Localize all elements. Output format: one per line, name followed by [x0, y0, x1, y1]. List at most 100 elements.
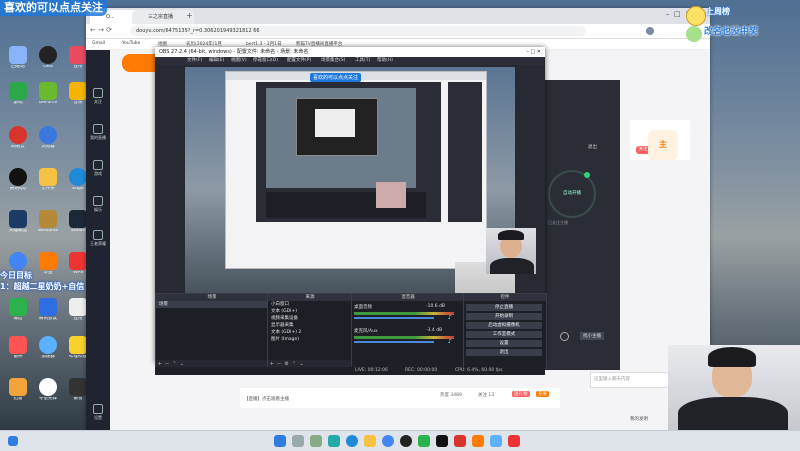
desktop-icon-nvidia[interactable]: GeForce [34, 82, 62, 106]
obs-menu-item[interactable]: 帮助(H) [377, 57, 393, 65]
app-icon[interactable] [490, 435, 502, 447]
desktop-icon-app7[interactable]: 迅雷 [4, 378, 32, 402]
start-recording-button[interactable]: 开始录制 [466, 313, 542, 320]
obs-preview[interactable]: 喜欢的可以点点关注 [185, 67, 515, 312]
dock-title: 场景 [156, 294, 268, 301]
desktop-icon-netease[interactable]: 网易云 [4, 126, 32, 150]
dock-title: 控件 [464, 294, 546, 301]
volume-meter [354, 336, 454, 339]
desktop-icon-overwatch[interactable]: 守望先锋 [34, 378, 62, 402]
new-tab-icon[interactable]: + [186, 11, 193, 20]
browser-tab[interactable]: 三之宗直播 [132, 10, 194, 24]
streamer-hair [498, 230, 524, 240]
volume-slider[interactable] [354, 317, 434, 319]
speaker-icon[interactable]: ♪ [448, 338, 456, 346]
footer-button[interactable]: 充值 [536, 391, 549, 397]
bookmark[interactable]: YouTube [122, 41, 140, 46]
obs-statusbar: LIVE: 00:12:06 REC: 00:00:00 CPU: 6.4%, … [155, 367, 545, 375]
obs-icon[interactable] [400, 435, 412, 447]
search-icon[interactable] [292, 435, 304, 447]
obs-titlebar: OBS 27.2.4 (64-bit, windows) - 配置文件: 未命名… [155, 47, 545, 57]
desktop-icon-wechat[interactable]: 微信 [4, 298, 32, 322]
obs-menu-item[interactable]: 编辑(E) [209, 57, 224, 65]
desktop-icon-app4[interactable]: 雷神 [4, 336, 32, 360]
quick-link[interactable]: 我的发明 [630, 416, 648, 422]
chrome-icon[interactable] [382, 435, 394, 447]
badge-bottom-text: 改名也没中奖 [704, 27, 759, 37]
douyu-icon[interactable] [472, 435, 484, 447]
source-item[interactable]: 文本 (GDI+) [268, 308, 352, 315]
volume-slider[interactable] [354, 341, 434, 343]
music-icon[interactable] [454, 435, 466, 447]
bookmark[interactable]: Gmail [92, 41, 105, 46]
desktop-icon-folder[interactable]: 文件夹 [34, 168, 62, 192]
source-item[interactable]: 图片 (Image) [268, 336, 352, 343]
source-item[interactable]: 文本 (GDI+) 2 [268, 329, 352, 336]
desktop-icon-recycle[interactable]: 回收站 [4, 46, 32, 70]
desktop-icon-game[interactable]: 游戏 [4, 82, 32, 106]
scene-item[interactable]: 场景 [156, 301, 268, 308]
mixer-db-readout: -3.4 dB [426, 328, 443, 333]
obs-menu-item[interactable]: 场景集合(S) [321, 57, 345, 65]
sidebar-item[interactable]: 关注 [86, 88, 110, 105]
webcam-preview-small [486, 228, 536, 274]
desktop-icon-browser[interactable]: 浏览器 [34, 126, 62, 150]
source-item[interactable]: 显示器采集 [268, 322, 352, 329]
weekly-rank-badge: 上周榜 改名也没中奖 [686, 4, 796, 42]
qq-icon[interactable] [436, 435, 448, 447]
sidebar-item[interactable]: 我的直播 [86, 124, 110, 141]
sidebar-item-settings[interactable]: 设置 [86, 404, 110, 421]
obs-menubar: 文件(F) 编辑(E) 视图(V) 停靠窗口(D) 配置文件(P) 场景集合(S… [155, 57, 545, 65]
obs-menu-item[interactable]: 工具(T) [355, 57, 370, 65]
sidebar-item[interactable]: 娱乐 [86, 196, 110, 213]
app-icon[interactable] [508, 435, 520, 447]
nav-back-forward-icon[interactable]: ← → ⟳ [90, 26, 112, 34]
profile-avatar[interactable] [646, 27, 654, 35]
speaker-icon[interactable]: ♪ [448, 314, 456, 322]
obs-menu-item[interactable]: 停靠窗口(D) [253, 57, 278, 65]
dock-sources: 来源 小白窗口 文本 (GDI+) 视频采集设备 显示器采集 文本 (GDI+)… [267, 293, 353, 369]
volume-meter [354, 312, 454, 315]
desktop-icon-obs[interactable]: OBS [34, 46, 62, 70]
desktop-icon-app5[interactable]: 加速器 [34, 336, 62, 360]
room-info-bar: 【直播】点击观看主播 热度 3489 关注 13 送礼物 充值 [240, 388, 560, 408]
obs-menu-item[interactable]: 视图(V) [231, 57, 247, 65]
top-right-icons[interactable] [550, 56, 610, 68]
status-cpu: CPU: 6.4%, 60.00 fps [455, 368, 503, 373]
source-item[interactable]: 小白窗口 [268, 301, 352, 308]
live-status-dot [584, 172, 590, 178]
douyu-sidebar: 关注 我的直播 游戏 娱乐 王者荣耀 设置 [86, 50, 110, 430]
gear-icon[interactable] [560, 332, 569, 341]
start-icon[interactable] [8, 436, 18, 446]
virtual-camera-button[interactable]: 启动虚拟摄像机 [466, 322, 542, 329]
explorer-icon[interactable] [364, 435, 376, 447]
stop-stream-button[interactable]: 停止直播 [466, 304, 542, 311]
find-anchor-button[interactable]: 找小主播 [580, 332, 604, 340]
obs-menu-item[interactable]: 配置文件(P) [287, 57, 311, 65]
live-control-panel: 自动开播 退出 已关注主播 找小主播 [540, 80, 620, 370]
edge-icon[interactable] [346, 435, 358, 447]
start-icon[interactable] [274, 435, 286, 447]
mixer-db-readout: -10.6 dB [426, 304, 446, 309]
exit-button[interactable]: 退出 [466, 349, 542, 356]
footer-button[interactable]: 送礼物 [512, 391, 530, 397]
desktop-icon-qq[interactable]: 腾讯QQ [4, 168, 32, 192]
exit-button[interactable]: 退出 [588, 144, 597, 150]
settings-button[interactable]: 设置 [466, 340, 542, 347]
obs-window: OBS 27.2.4 (64-bit, windows) - 配置文件: 未命名… [155, 47, 547, 375]
desktop-icon-tencent[interactable]: 腾讯会议 [34, 298, 62, 322]
obs-menu-item[interactable]: 文件(F) [187, 57, 202, 65]
sidebar-item[interactable]: 游戏 [86, 160, 110, 177]
source-item[interactable]: 视频采集设备 [268, 315, 352, 322]
widgets-icon[interactable] [328, 435, 340, 447]
studio-mode-button[interactable]: 工作室模式 [466, 331, 542, 338]
wechat-icon[interactable] [418, 435, 430, 447]
obs-window-controls[interactable]: – □ ✕ [526, 47, 541, 57]
url-field[interactable]: douyu.com/6475135?_r=0.306201949321812 6… [130, 26, 586, 36]
desktop-icon-lol-2[interactable]: WeGame [34, 210, 62, 234]
desktop-icon-lol[interactable]: 英雄联盟 [4, 210, 32, 234]
browser-tabstrip: O... 三之宗直播 + – □ ✕ [86, 8, 710, 24]
webcam-overlay [668, 345, 800, 430]
sidebar-item[interactable]: 王者荣耀 [86, 230, 110, 247]
task-view-icon[interactable] [310, 435, 322, 447]
